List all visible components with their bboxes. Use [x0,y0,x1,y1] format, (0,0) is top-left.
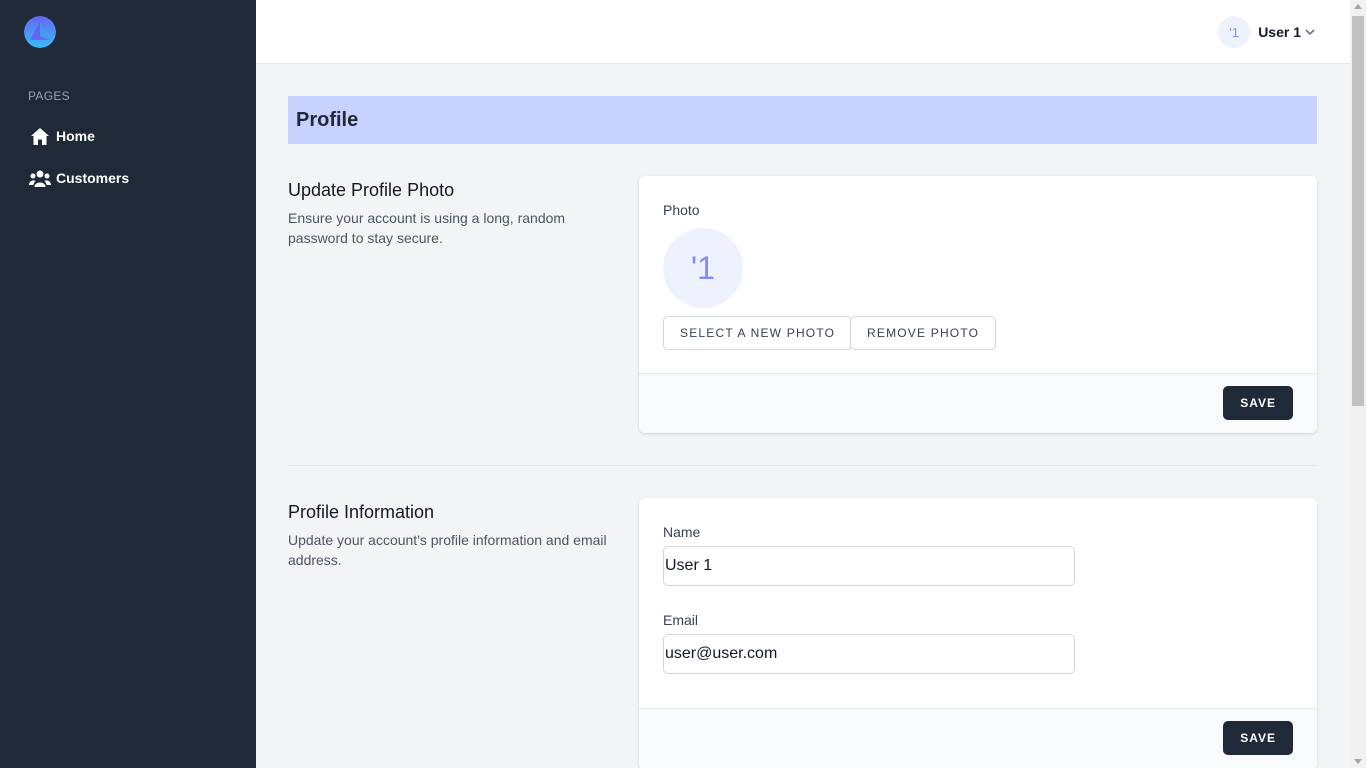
page-title: Profile [296,108,359,131]
home-icon [29,126,51,146]
sidebar-item-label: Customers [56,170,130,186]
sidebar-item-customers[interactable]: Customers [29,168,129,188]
info-section-description: Update your account's profile informatio… [288,532,607,568]
name-label: Name [663,524,701,540]
email-label: Email [663,612,699,628]
user-menu-button[interactable]: '1 User 1 [1218,16,1316,48]
top-bar: '1 User 1 [256,0,1350,64]
sidebar: PAGES Home Customers [0,0,256,768]
photo-section-title: Update Profile Photo [288,180,455,200]
avatar: '1 [1218,16,1251,48]
sidebar-section-label: PAGES [28,89,70,103]
email-field[interactable]: user@user.com [663,634,1075,674]
users-icon [29,168,51,188]
info-card-footer: SAVE [639,708,1317,768]
photo-section-description: Ensure your account is using a long, ran… [288,210,566,246]
page-scrollbar[interactable] [1350,0,1366,768]
scroll-thumb[interactable] [1352,16,1364,406]
info-section-title: Profile Information [288,502,435,522]
save-photo-button[interactable]: SAVE [1223,386,1293,420]
profile-info-card: Name User 1 Email user@user.com SAVE [639,498,1317,768]
select-new-photo-button[interactable]: Select A New Photo [663,316,853,350]
photo-card-footer: SAVE [639,373,1317,433]
section-divider [288,465,1317,466]
save-info-button[interactable]: SAVE [1223,721,1293,755]
profile-photo: '1 [663,228,743,308]
sidebar-item-home[interactable]: Home [29,126,95,146]
photo-card: Photo '1 Select A New Photo Remove Photo… [639,176,1317,433]
chevron-down-icon [1304,26,1316,38]
sidebar-item-label: Home [56,128,95,144]
page-header: Profile [288,96,1317,144]
app-logo[interactable] [24,16,56,48]
scroll-down-arrow[interactable] [1354,759,1362,764]
photo-label: Photo [663,202,700,218]
scroll-up-arrow[interactable] [1354,4,1362,9]
remove-photo-button[interactable]: Remove Photo [850,316,997,350]
user-name: User 1 [1258,24,1301,40]
name-field[interactable]: User 1 [663,546,1075,586]
